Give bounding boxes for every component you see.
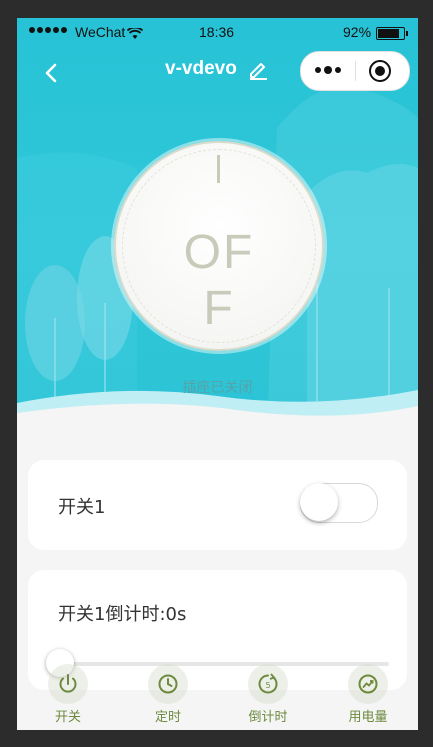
svg-text:5: 5 <box>265 681 270 690</box>
dial-indicator-mark <box>217 155 220 183</box>
tab-countdown[interactable]: 5 倒计时 <box>228 664 308 725</box>
tab-timer[interactable]: 定时 <box>128 664 208 725</box>
status-bar: WeChat 18:36 92% <box>17 18 418 50</box>
countdown-label: 开关1倒计时:0s <box>58 604 187 625</box>
battery-icon <box>376 27 408 40</box>
switch-label: 开关1 <box>58 497 106 518</box>
hero-section: WeChat 18:36 92% v-vdevo OFF 插座已关闭 <box>17 18 418 438</box>
toggle-knob <box>300 483 338 521</box>
navigation-bar: v-vdevo <box>17 50 418 94</box>
close-program-icon[interactable] <box>369 60 391 82</box>
power-dial-button[interactable]: OFF <box>114 141 324 351</box>
bottom-tab-bar: 开关 定时 5 倒计时 用电量 <box>17 658 418 730</box>
tab-label: 用电量 <box>348 710 388 725</box>
device-title: v-vdevo <box>165 58 269 80</box>
tab-label: 开关 <box>54 710 81 725</box>
tab-label: 倒计时 <box>248 710 288 725</box>
countdown-icon: 5 <box>248 664 288 704</box>
tab-label: 定时 <box>154 710 181 725</box>
signal-strength-icon <box>29 27 67 33</box>
back-arrow-icon[interactable] <box>41 62 63 84</box>
switch-toggle[interactable] <box>300 483 378 523</box>
more-options-icon[interactable] <box>315 66 341 74</box>
switch-card: 开关1 <box>28 460 407 550</box>
socket-status-text: 插座已关闭 <box>182 380 253 396</box>
power-icon <box>48 664 88 704</box>
page-title: v-vdevo <box>165 58 237 79</box>
edit-pencil-icon[interactable] <box>247 58 269 80</box>
capsule-divider <box>355 61 356 81</box>
clock-time: 18:36 <box>199 24 235 40</box>
phone-screen: WeChat 18:36 92% v-vdevo OFF 插座已关闭 开关1 开… <box>17 18 418 730</box>
power-state-text: OFF <box>183 226 255 335</box>
carrier-name: WeChat <box>75 24 126 40</box>
clock-icon <box>148 664 188 704</box>
chart-trend-icon <box>348 664 388 704</box>
battery-percent: 92% <box>343 24 372 40</box>
tab-power-usage[interactable]: 用电量 <box>328 664 408 725</box>
mini-program-capsule <box>300 51 410 91</box>
wifi-icon <box>127 28 143 39</box>
tab-switch[interactable]: 开关 <box>28 664 108 725</box>
